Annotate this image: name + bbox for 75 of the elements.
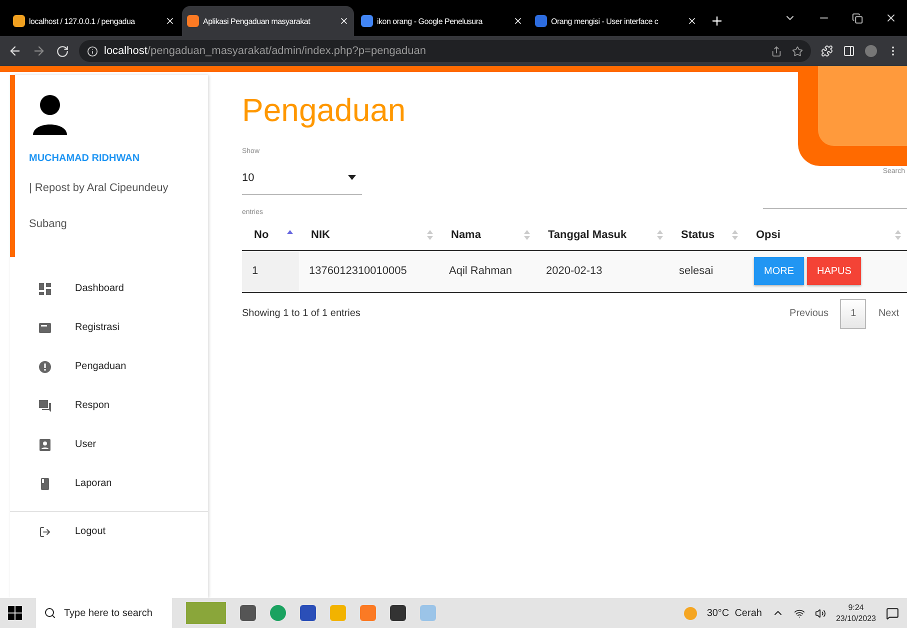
info-icon [87,46,98,56]
browser-tab[interactable]: Aplikasi Pengaduan masyarakat [182,6,354,36]
app-icon[interactable] [300,605,316,621]
logout-icon [39,526,51,538]
close-icon[interactable] [687,16,697,26]
forward-icon[interactable] [32,44,46,58]
dashboard-icon [39,282,51,294]
close-icon[interactable] [165,16,175,26]
column-header[interactable]: Status [669,220,744,250]
favicon-icon [535,15,547,27]
sidebar-item[interactable]: Pengaduan [10,347,208,386]
browser-tab[interactable]: ikon orang - Google Penelusura [356,6,528,36]
close-icon[interactable] [339,16,349,26]
user-city: Subang [29,218,68,230]
close-icon[interactable] [513,16,523,26]
table-cell: Aqil Rahman [439,250,536,292]
profile-avatar[interactable] [865,45,877,57]
page-title: Pengaduan [242,92,407,130]
column-header[interactable]: Tanggal Masuk [536,220,669,250]
user-icon [39,438,51,450]
caret-icon [348,175,356,180]
photo-placeholder [186,602,226,624]
table-cell: 2020-02-13 [536,250,669,292]
search-icon [44,607,56,619]
column-header[interactable]: NIK [299,220,439,250]
page-button[interactable]: 1 [840,298,866,328]
clock[interactable]: 9:24 23/10/2023 [836,602,876,624]
sidebar-item[interactable]: User [10,425,208,464]
browser-tab[interactable]: localhost / 127.0.0.1 / pengadua [8,6,180,36]
url-text: localhost/pengaduan_masyarakat/admin/index.php?p=pengaduan [104,45,426,57]
close-icon[interactable] [885,12,897,24]
chat-icon [39,400,51,412]
side-panel-icon[interactable] [843,45,855,57]
column-header[interactable]: Opsi [744,220,907,250]
restore-icon[interactable] [852,12,863,24]
person-icon [33,95,67,135]
alert-icon [39,360,51,372]
table-cell: selesai [669,250,744,292]
page-length-select[interactable]: 10 [242,161,362,195]
volume-icon[interactable] [814,608,826,618]
logout-item[interactable]: Logout [10,512,208,551]
back-icon[interactable] [8,44,22,58]
table-cell: 1 [242,250,299,292]
sidebar-item[interactable]: Laporan [10,464,208,503]
card-icon [39,322,51,334]
sidebar-item[interactable]: Respon [10,386,208,425]
windows-start-icon[interactable] [8,606,22,620]
extensions-icon[interactable] [821,45,833,57]
weather-text: 30°C Cerah [706,608,762,618]
table-info: Showing 1 to 1 of 1 entries [242,308,360,319]
delete-button[interactable]: HAPUS [807,257,862,285]
next-link[interactable]: Next [878,308,899,319]
new-tab-icon[interactable] [710,14,724,28]
weather-icon [684,606,697,620]
address-bar[interactable]: localhost/pengaduan_masyarakat/admin/index.php?p=pengaduan [79,40,811,62]
book-icon [39,478,51,490]
star-icon[interactable] [792,46,803,56]
wifi-icon[interactable] [794,608,805,618]
sidebar-item[interactable]: Dashboard [10,269,208,308]
table-cell: 1376012310010005 [299,250,439,292]
app-icon[interactable] [390,605,406,621]
favicon-icon [13,15,25,27]
browser-tab[interactable]: Orang mengisi - User interface c [530,6,702,36]
column-header[interactable]: No [242,220,299,250]
column-header[interactable]: Nama [439,220,536,250]
sidebar-item[interactable]: Registrasi [10,308,208,347]
user-note: | Repost by Aral Cipeundeuy [29,182,170,194]
user-name: MUCHAMAD RIDHWAN [29,153,141,164]
share-icon[interactable] [771,46,782,56]
favicon-icon [187,15,199,27]
previous-link[interactable]: Previous [790,308,828,319]
reload-icon[interactable] [56,44,69,58]
notification-icon[interactable] [886,606,899,620]
taskbar-search-field[interactable]: Type here to search [36,598,172,628]
favicon-icon [361,15,373,27]
